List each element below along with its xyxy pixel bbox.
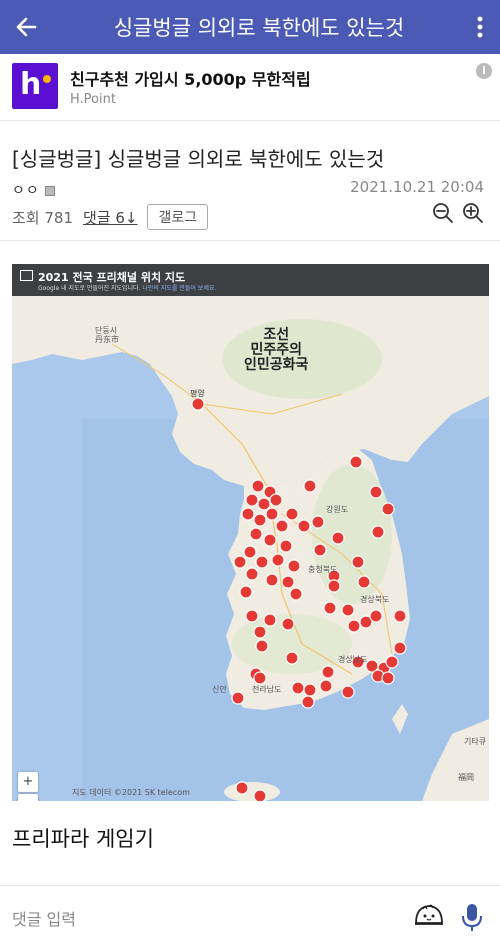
microphone-button[interactable] <box>460 902 484 936</box>
author-name[interactable]: ㅇㅇ <box>12 180 56 200</box>
zoom-in-icon <box>463 203 483 223</box>
label-dandong-cn: 丹东市 <box>95 335 119 344</box>
ad-sponsor: H.Point <box>70 92 116 107</box>
label-chungbuk: 충청북도 <box>308 565 338 574</box>
post-body-text: 프리파라 게임기 <box>12 827 154 851</box>
label-dandong-kr: 단둥시 <box>95 326 118 335</box>
label-sinan: 신안 <box>212 685 227 694</box>
map-header: 2021 전국 프리채널 위치 지도 Google 내 지도로 만들어진 지도입… <box>12 264 489 296</box>
label-north-korea: 조선 민주주의 인민공화국 <box>244 328 308 373</box>
map-zoom-in-button[interactable]: + <box>18 772 38 792</box>
logo-letter: h <box>20 67 42 102</box>
comment-bar: 댓글 입력 <box>0 885 500 950</box>
label-dandong: 단둥시 丹东市 <box>95 326 119 344</box>
view-count: 조회 781 <box>12 208 73 227</box>
hpoint-logo: h <box>12 63 58 109</box>
label-gyeongnam: 경상남도 <box>338 655 368 664</box>
comment-count-link[interactable]: 댓글 6↓ <box>83 207 137 228</box>
author-nickname: ㅇㅇ <box>12 183 40 199</box>
label-nk-line2: 민주주의 <box>250 342 302 358</box>
comment-input[interactable]: 댓글 입력 <box>12 906 76 930</box>
label-nk-line1: 조선 <box>263 327 290 343</box>
map-subtitle: Google 내 지도로 만들어진 지도입니다. 나만의 지도를 만들어 보세요… <box>38 283 216 292</box>
gallog-button[interactable]: 갤로그 <box>147 204 209 230</box>
more-vert-icon <box>477 16 483 38</box>
label-gyeongbuk: 경상북도 <box>360 595 390 604</box>
dumpling-emoji-icon <box>415 904 443 925</box>
map-subtitle-1: Google 내 지도로 만들어진 지도입니다. <box>38 285 141 292</box>
app-bar: 싱글벙글 의외로 북한에도 있는것 <box>0 0 500 54</box>
post-date: 2021.10.21 20:04 <box>350 178 484 196</box>
label-pyongyang: 평양 <box>190 389 205 398</box>
ad-banner[interactable]: h 친구추천 가입시 5,000p 무한적립 H.Point i <box>0 54 500 121</box>
member-badge-icon <box>45 186 56 196</box>
post-meta: 조회 781 댓글 6↓ 갤로그 <box>12 204 209 230</box>
emoji-button[interactable] <box>413 901 445 935</box>
map-image[interactable]: 2021 전국 프리채널 위치 지도 Google 내 지도로 만들어진 지도입… <box>12 264 489 801</box>
label-kitakyushu: 기타큐 <box>464 737 487 746</box>
back-button[interactable] <box>0 0 52 54</box>
back-arrow-icon <box>16 17 37 37</box>
ad-title: 친구추천 가입시 5,000p 무한적립 <box>70 70 311 89</box>
post-title: [싱글벙글] 싱글벙글 의외로 북한에도 있는것 <box>12 147 385 171</box>
zoom-out-icon <box>433 203 453 223</box>
label-fukuoka: 福岡 <box>458 773 474 782</box>
map-subtitle-link[interactable]: 나만의 지도를 만들어 보세요. <box>142 285 216 292</box>
microphone-icon <box>462 904 482 931</box>
appbar-title: 싱글벙글 의외로 북한에도 있는것 <box>113 16 405 40</box>
zoom-out-button[interactable] <box>432 202 454 224</box>
logo-dot <box>43 75 51 83</box>
map-zoom-out-button[interactable]: − <box>18 794 38 801</box>
label-nk-line3: 인민공화국 <box>244 357 309 373</box>
map-attribution: 지도 데이터 ©2021 SK telecom <box>72 788 190 797</box>
sidebar-toggle-icon[interactable] <box>20 270 33 281</box>
label-gangwon: 강원도 <box>326 505 349 514</box>
label-jeonnam: 전라남도 <box>252 685 282 694</box>
zoom-in-button[interactable] <box>462 202 484 224</box>
more-menu-button[interactable] <box>460 0 500 54</box>
info-icon[interactable]: i <box>476 63 492 79</box>
divider <box>0 240 500 241</box>
